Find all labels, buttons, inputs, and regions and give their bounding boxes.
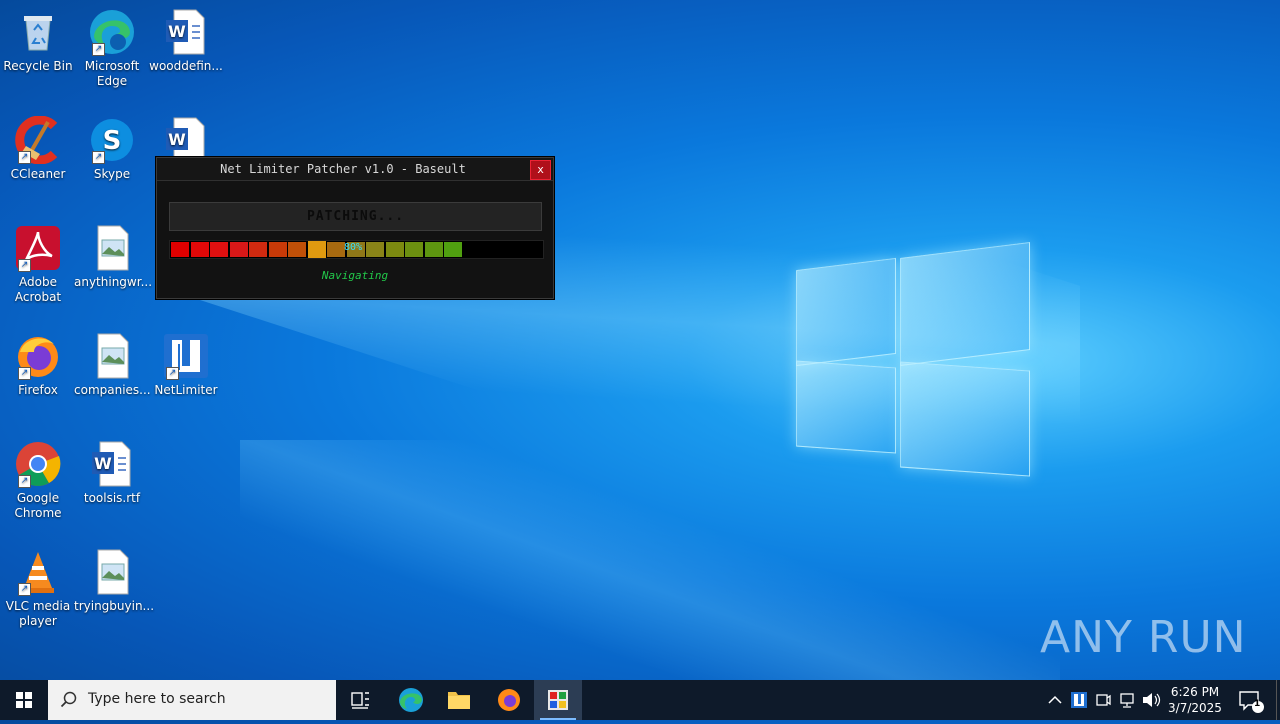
patcher-window[interactable]: Net Limiter Patcher v1.0 - Baseult x PAT…: [156, 157, 554, 299]
tray-volume-icon[interactable]: [1140, 680, 1162, 720]
progress-segment: [210, 242, 228, 257]
desktop-icon-word-document[interactable]: W wooddefin...: [148, 8, 224, 74]
ccleaner-icon: ↗: [14, 115, 62, 165]
task-view-icon: [351, 692, 369, 709]
action-center-button[interactable]: 1: [1232, 680, 1272, 720]
notification-icon: [1239, 691, 1264, 713]
search-placeholder: Type here to search: [88, 691, 226, 707]
taskbar-firefox-button[interactable]: [485, 680, 533, 720]
netlimiter-icon: ↗: [162, 332, 210, 380]
word-document-icon: W: [88, 440, 136, 488]
progress-segment: [229, 242, 248, 257]
desktop-icon-companies[interactable]: companies...: [74, 332, 151, 398]
desktop-icon-microsoft-edge[interactable]: ↗ Microsoft Edge: [74, 8, 150, 89]
progress-segment: [307, 241, 326, 258]
patch-status-label: PATCHING...: [169, 202, 542, 231]
acrobat-icon: ↗: [14, 224, 62, 272]
start-button[interactable]: [0, 680, 48, 720]
patch-progress-bar: 80%: [169, 240, 544, 259]
firefox-icon: ↗: [14, 332, 62, 380]
taskbar-patcher-button[interactable]: [534, 680, 582, 720]
desktop-icon-tryingbuyin[interactable]: tryingbuyin...: [74, 548, 154, 614]
meet-now-icon: [1096, 694, 1111, 706]
edge-icon: [399, 688, 423, 712]
edge-icon: ↗: [88, 8, 136, 56]
windows-logo-wallpaper: [796, 242, 1030, 480]
patcher-title: Net Limiter Patcher v1.0 - Baseult: [220, 162, 466, 176]
taskbar-file-explorer-button[interactable]: [435, 680, 483, 720]
windows-start-icon: [16, 692, 32, 708]
patcher-app-icon: [548, 690, 568, 710]
progress-segment: [424, 242, 443, 257]
svg-text:W: W: [168, 22, 186, 41]
desktop-icon-netlimiter[interactable]: ↗ NetLimiter: [148, 332, 224, 398]
progress-segment: [288, 242, 306, 257]
tray-netlimiter-icon[interactable]: [1068, 680, 1090, 720]
taskbar-search-box[interactable]: Type here to search: [48, 680, 336, 720]
tray-meet-now-icon[interactable]: [1092, 680, 1114, 720]
clock-date: 3/7/2025: [1168, 701, 1222, 715]
tray-overflow-button[interactable]: [1044, 680, 1066, 720]
notification-count: 1: [1254, 699, 1261, 709]
progress-segment: [444, 242, 462, 257]
progress-segment: [405, 242, 423, 257]
desktop-icon-anythingwr[interactable]: anythingwr...: [74, 224, 152, 290]
firefox-icon: [498, 689, 520, 711]
taskbar-clock[interactable]: 6:26 PM 3/7/2025: [1160, 684, 1230, 716]
progress-segment: [171, 242, 189, 257]
vlc-icon: ↗: [14, 548, 62, 596]
skype-icon: S ↗: [88, 116, 136, 164]
volume-icon: [1143, 693, 1161, 707]
recycle-bin-icon: [14, 8, 62, 56]
desktop-icon-adobe-acrobat[interactable]: ↗ Adobe Acrobat: [0, 224, 76, 305]
progress-segment: [327, 242, 345, 257]
image-file-icon: [88, 548, 136, 596]
progress-segment: [366, 242, 384, 257]
progress-segment: [249, 242, 267, 257]
svg-text:S: S: [103, 126, 122, 156]
anyrun-watermark: ANY RUN: [1040, 612, 1247, 663]
taskbar-edge-button[interactable]: [387, 680, 435, 720]
desktop-icon-skype[interactable]: S ↗ Skype: [74, 116, 150, 182]
desktop-icon-ccleaner[interactable]: ↗ CCleaner: [0, 115, 76, 182]
chrome-icon: ↗: [14, 440, 62, 488]
image-file-icon: [88, 332, 136, 380]
patcher-titlebar[interactable]: Net Limiter Patcher v1.0 - Baseult x: [157, 158, 553, 181]
network-icon: [1120, 693, 1134, 708]
desktop-icon-firefox[interactable]: ↗ Firefox: [0, 332, 76, 398]
progress-segment: [190, 242, 209, 257]
image-file-icon: [88, 224, 136, 272]
chevron-up-icon: [1048, 695, 1062, 704]
progress-percent: 80%: [344, 242, 363, 253]
search-icon: [60, 691, 77, 708]
close-button[interactable]: x: [530, 160, 551, 180]
desktop-icon-recycle-bin[interactable]: Recycle Bin: [0, 8, 76, 74]
word-document-icon: W: [162, 8, 210, 56]
task-view-button[interactable]: [336, 680, 384, 720]
svg-text:W: W: [168, 130, 186, 149]
show-desktop-button[interactable]: [1276, 680, 1280, 720]
desktop-icon-google-chrome[interactable]: ↗ Google Chrome: [0, 440, 76, 521]
desktop-icon-vlc[interactable]: ↗ VLC media player: [0, 548, 76, 629]
clock-time: 6:26 PM: [1170, 685, 1220, 699]
progress-segment: [385, 242, 404, 257]
taskbar: Type here to search 6:26 PM 3/7/2025 1: [0, 680, 1280, 720]
progress-segment: [268, 242, 287, 257]
netlimiter-icon: [1071, 692, 1087, 708]
tray-network-icon[interactable]: [1116, 680, 1138, 720]
patch-message: Navigating: [321, 269, 389, 282]
folder-icon: [448, 692, 470, 709]
svg-text:W: W: [94, 454, 112, 473]
desktop-icon-toolsis[interactable]: W toolsis.rtf: [74, 440, 150, 506]
